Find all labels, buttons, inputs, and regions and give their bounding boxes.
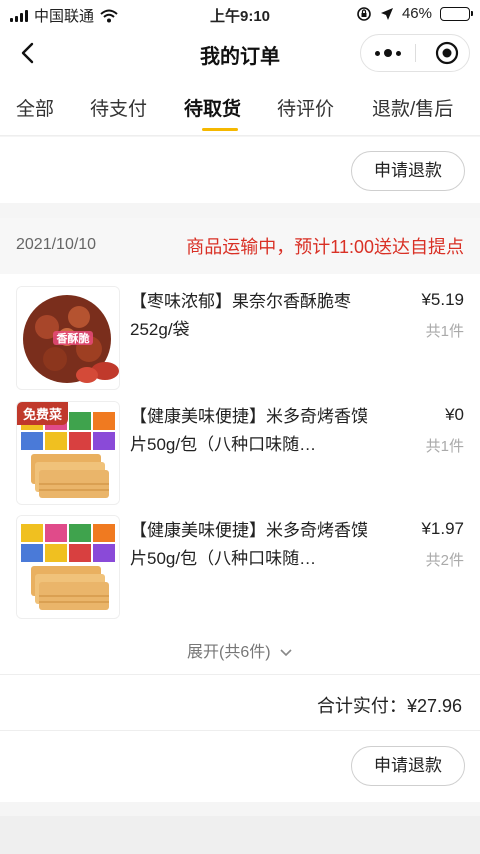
free-item-badge: 免费菜 (17, 402, 69, 425)
mini-program-capsule (360, 34, 470, 72)
item-price: ¥5.19 (421, 290, 464, 309)
product-thumbnail (16, 515, 120, 619)
previous-order-card: 申请退款 (0, 137, 480, 203)
divider (0, 730, 480, 731)
item-quantity: 共2件 (425, 552, 464, 569)
item-name: 【枣味浓郁】果奈尔香酥脆枣252g/袋 (130, 292, 351, 339)
order-card: 2021/10/10 商品运输中，预计11:00送达自提点 香酥脆 【枣味浓郁】… (0, 218, 480, 802)
thumbnail-text: 香酥脆 (56, 331, 90, 345)
order-item[interactable]: 免费菜 【健康美味便捷】米多奇烤香馍片50g/包（八种口味随… ¥0 共1件 (0, 401, 480, 509)
order-status: 商品运输中，预计11:00送达自提点 (186, 237, 464, 257)
product-thumbnail: 免费菜 (16, 401, 120, 505)
more-options-button[interactable] (361, 35, 415, 71)
expand-label: 展开(共6件) (186, 644, 271, 661)
product-thumbnail: 香酥脆 (16, 286, 120, 390)
tab-refund-aftersale[interactable]: 退款/售后 (372, 94, 453, 121)
active-tab-indicator (202, 128, 238, 131)
item-name: 【健康美味便捷】米多奇烤香馍片50g/包（八种口味随… (130, 521, 368, 568)
order-header: 2021/10/10 商品运输中，预计11:00送达自提点 (0, 218, 480, 274)
refund-button[interactable]: 申请退款 (351, 746, 465, 786)
chevron-down-icon (280, 649, 292, 656)
order-tabs: 全部 待支付 待取货 待评价 退款/售后 (0, 78, 480, 136)
expand-items-button[interactable]: 展开(共6件) (0, 638, 480, 662)
location-icon (380, 7, 393, 20)
cracker-product-image (17, 516, 119, 618)
dates-product-image: 香酥脆 (17, 287, 119, 389)
order-item[interactable]: 【健康美味便捷】米多奇烤香馍片50g/包（八种口味随… ¥1.97 共2件 (0, 515, 480, 623)
status-bar: 中国联通 上午9:10 46% (0, 0, 480, 28)
capsule-divider (415, 44, 416, 62)
order-date: 2021/10/10 (16, 236, 97, 253)
battery-icon (440, 6, 473, 21)
item-name: 【健康美味便捷】米多奇烤香馍片50g/包（八种口味随… (130, 407, 368, 454)
total-label: 合计实付： (316, 696, 407, 716)
divider (0, 674, 480, 675)
order-item[interactable]: 香酥脆 【枣味浓郁】果奈尔香酥脆枣252g/袋 ¥5.19 共1件 (0, 286, 480, 394)
status-right: 46% (356, 5, 473, 22)
tab-pending-review[interactable]: 待评价 (277, 94, 334, 121)
next-order-peek (0, 816, 480, 854)
close-mini-program-icon[interactable] (433, 39, 461, 67)
item-price: ¥1.97 (421, 519, 464, 538)
refund-button[interactable]: 申请退款 (351, 151, 465, 191)
item-quantity: 共1件 (425, 438, 464, 455)
tab-all[interactable]: 全部 (16, 94, 54, 121)
battery-percent: 46% (401, 5, 432, 22)
order-total: 合计实付：¥27.96 (317, 692, 462, 718)
total-value: ¥27.96 (406, 696, 462, 716)
item-price: ¥0 (445, 405, 464, 424)
item-quantity: 共1件 (425, 323, 464, 340)
tab-pending-pickup[interactable]: 待取货 (184, 94, 241, 121)
tab-pending-payment[interactable]: 待支付 (90, 94, 147, 121)
more-dot-icon (396, 50, 401, 56)
more-dot-icon (384, 49, 392, 57)
nav-bar: 我的订单 (0, 28, 480, 78)
rotation-lock-icon (357, 6, 371, 21)
more-dot-icon (375, 50, 380, 56)
